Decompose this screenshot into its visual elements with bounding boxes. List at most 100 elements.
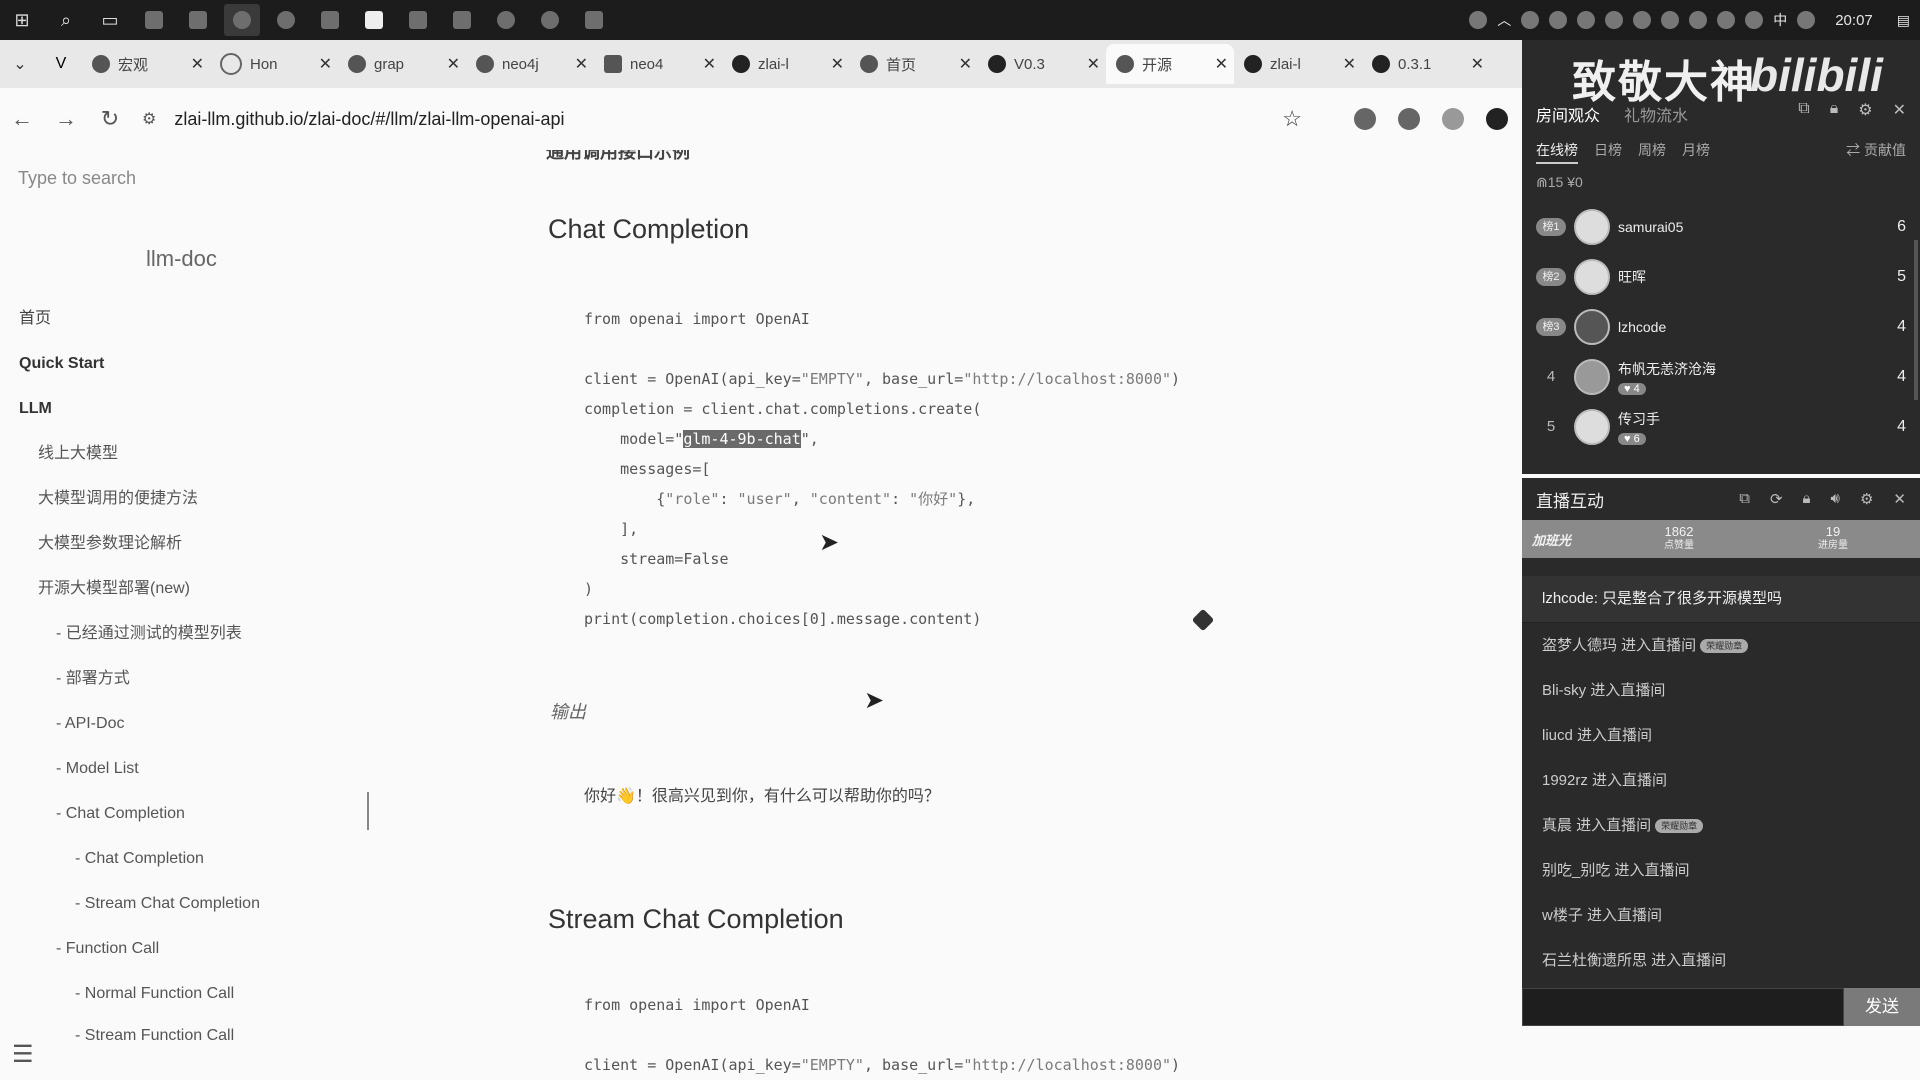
site-info-icon[interactable]: ⚙: [142, 109, 156, 129]
sidebar-item-online-models[interactable]: 线上大模型: [0, 431, 368, 476]
viewer-row[interactable]: 5 传习手 ♥ 6 4: [1536, 402, 1906, 452]
volume-icon[interactable]: [1745, 11, 1764, 29]
profile-icon[interactable]: [1486, 108, 1508, 130]
tray-app-icon[interactable]: [1577, 11, 1596, 29]
popout-icon[interactable]: ⧉: [1798, 100, 1809, 120]
viewer-row[interactable]: 榜1 samurai05 6: [1536, 202, 1906, 252]
app-icon[interactable]: [312, 4, 348, 36]
close-tab-icon[interactable]: ✕: [831, 54, 844, 74]
lock-icon[interactable]: 🔒︎: [1830, 100, 1839, 120]
browser-tab[interactable]: zlai-l ✕: [722, 44, 850, 84]
chat-input[interactable]: [1522, 988, 1844, 1026]
extension-gear-icon[interactable]: [1398, 108, 1420, 130]
tray-app-icon[interactable]: [1549, 11, 1568, 29]
sidebar-item-deploy-methods[interactable]: - 部署方式: [0, 656, 368, 701]
browser-app-icon[interactable]: [224, 4, 260, 36]
sidebar-item-open-source-deploy[interactable]: 开源大模型部署(new): [0, 566, 368, 611]
file-explorer-icon[interactable]: [136, 4, 172, 36]
ime-settings-icon[interactable]: [1797, 11, 1816, 29]
chat-message[interactable]: 盗梦人德玛 进入直播间 荣耀勋章: [1522, 623, 1920, 668]
tab-viewers[interactable]: 房间观众: [1536, 102, 1600, 126]
search-icon[interactable]: ⌕: [48, 4, 84, 36]
search-input[interactable]: Type to search: [18, 168, 136, 189]
code-block-stream[interactable]: from openai import OpenAI client = OpenA…: [584, 990, 1180, 1080]
chat-message[interactable]: Bli-sky 进入直播间: [1522, 668, 1920, 713]
reload-icon[interactable]: ↻: [88, 106, 132, 132]
sidebar-item-quick-start[interactable]: Quick Start: [0, 341, 368, 386]
close-icon[interactable]: ✕: [1893, 100, 1906, 120]
browser-tab[interactable]: 首页 ✕: [850, 44, 978, 84]
settings-gear-icon[interactable]: ⚙: [1858, 100, 1872, 120]
browser-tab-active[interactable]: 开源 ✕: [1106, 44, 1234, 84]
close-icon[interactable]: ✕: [1893, 490, 1906, 508]
sidebar-item-convenient-methods[interactable]: 大模型调用的便捷方法: [0, 476, 368, 521]
sidebar-item-chat-completion[interactable]: - Chat Completion: [0, 791, 368, 836]
tab-month-rank[interactable]: 月榜: [1682, 140, 1710, 164]
speaker-icon[interactable]: 🔊︎: [1831, 490, 1840, 508]
forward-arrow-icon[interactable]: →: [44, 106, 88, 132]
vivaldi-menu-icon[interactable]: V: [40, 55, 82, 73]
viewer-row[interactable]: 4 布帆无恙济沧海 ♥ 4 4: [1536, 352, 1906, 402]
terminal-icon[interactable]: [180, 4, 216, 36]
microphone-icon[interactable]: [1661, 11, 1680, 29]
chat-message[interactable]: liucd 进入直播间: [1522, 713, 1920, 758]
browser-tab[interactable]: 0.3.1 ✕: [1362, 44, 1490, 84]
browser-tab[interactable]: zlai-l ✕: [1234, 44, 1362, 84]
app-icon[interactable]: [444, 4, 480, 36]
help-icon[interactable]: [1469, 11, 1488, 29]
close-tab-icon[interactable]: ✕: [1215, 54, 1228, 74]
panel-scrollbar[interactable]: [1914, 240, 1918, 400]
close-tab-icon[interactable]: ✕: [575, 54, 588, 74]
sidebar-item-tested-models[interactable]: - 已经通过测试的模型列表: [0, 611, 368, 656]
app-icon[interactable]: [400, 4, 436, 36]
wifi-icon[interactable]: [1717, 11, 1736, 29]
browser-tab[interactable]: grap ✕: [338, 44, 466, 84]
close-tab-icon[interactable]: ✕: [319, 54, 332, 74]
clock[interactable]: 20:07: [1835, 12, 1873, 29]
sidebar-item-stream-function-call[interactable]: - Stream Function Call: [0, 1016, 368, 1042]
code-block-chat[interactable]: from openai import OpenAI client = OpenA…: [584, 304, 1180, 634]
task-view-icon[interactable]: ▭: [92, 4, 128, 36]
close-tab-icon[interactable]: ✕: [191, 54, 204, 74]
close-tab-icon[interactable]: ✕: [1343, 54, 1356, 74]
close-tab-icon[interactable]: ✕: [1087, 54, 1100, 74]
chat-message[interactable]: 真晨 进入直播间 荣耀勋章: [1522, 803, 1920, 848]
obs-icon[interactable]: [488, 4, 524, 36]
tab-week-rank[interactable]: 周榜: [1638, 140, 1666, 164]
tab-gifts[interactable]: 礼物流水: [1624, 102, 1688, 126]
close-tab-icon[interactable]: ✕: [1471, 54, 1484, 74]
chat-message[interactable]: 石兰杜衡遗所思 进入直播间: [1522, 938, 1920, 983]
sidebar-item-llm[interactable]: LLM: [0, 386, 368, 431]
notification-icon[interactable]: ▤: [1897, 12, 1910, 29]
tab-online-rank[interactable]: 在线榜: [1536, 140, 1578, 164]
tray-app-icon[interactable]: [1605, 11, 1624, 29]
sidebar-item-chat-completion-sub[interactable]: - Chat Completion: [0, 836, 368, 881]
browser-tab[interactable]: 宏观 ✕: [82, 44, 210, 84]
copy-selection-icon[interactable]: [1191, 608, 1215, 632]
close-tab-icon[interactable]: ✕: [447, 54, 460, 74]
settings-gear-icon[interactable]: ⚙: [1860, 490, 1873, 508]
tab-day-rank[interactable]: 日榜: [1594, 140, 1622, 164]
image-viewer-icon[interactable]: [576, 4, 612, 36]
typora-icon[interactable]: [356, 4, 392, 36]
hamburger-menu-icon[interactable]: ☰: [12, 1040, 34, 1069]
back-arrow-icon[interactable]: ←: [0, 106, 44, 132]
chevron-up-icon[interactable]: ︿: [1497, 10, 1511, 30]
bookmark-star-icon[interactable]: ☆: [1282, 106, 1302, 132]
sidebar-item-api-doc[interactable]: - API-Doc: [0, 701, 368, 746]
viewer-row[interactable]: 榜3 lzhcode 4: [1536, 302, 1906, 352]
sidebar-item-home[interactable]: 首页: [0, 296, 368, 341]
popout-icon[interactable]: ⧉: [1739, 490, 1750, 508]
close-tab-icon[interactable]: ✕: [959, 54, 972, 74]
browser-tab[interactable]: neo4j ✕: [466, 44, 594, 84]
close-tab-icon[interactable]: ✕: [703, 54, 716, 74]
send-button[interactable]: 发送: [1844, 988, 1920, 1026]
sidebar-item-param-theory[interactable]: 大模型参数理论解析: [0, 521, 368, 566]
sidebar-item-model-list[interactable]: - Model List: [0, 746, 368, 791]
browser-tab[interactable]: Hon ✕: [210, 44, 338, 84]
sidebar-item-function-call[interactable]: - Function Call: [0, 926, 368, 971]
browser-tab[interactable]: neo4 ✕: [594, 44, 722, 84]
viewer-row[interactable]: 榜2 旺晖 5: [1536, 252, 1906, 302]
wechat-icon[interactable]: [268, 4, 304, 36]
chat-message[interactable]: 别吃_别吃 进入直播间: [1522, 848, 1920, 893]
